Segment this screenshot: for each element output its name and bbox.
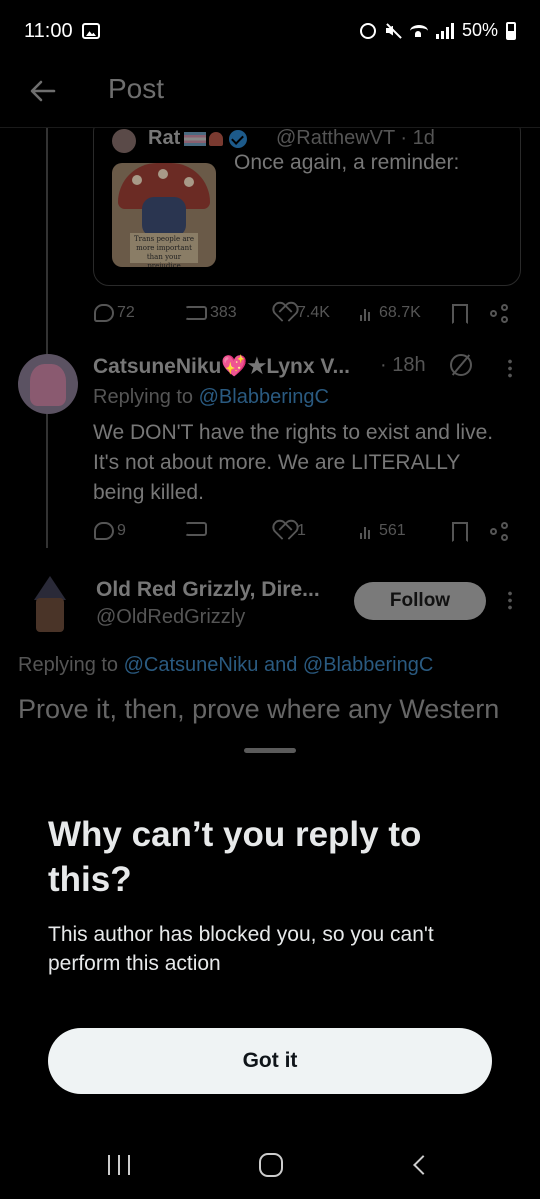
reply-action[interactable]: 9: [94, 522, 126, 540]
more-icon[interactable]: [508, 590, 512, 610]
status-bar: 11:00 50%: [0, 0, 540, 62]
flag-emoji: [184, 131, 207, 146]
main-post-handle: @OldRedGrizzly: [96, 606, 246, 628]
reply-text: We DON'T have the rights to exist and li…: [93, 421, 494, 504]
share-action[interactable]: [490, 304, 510, 324]
back-icon[interactable]: [413, 1155, 433, 1175]
recents-icon[interactable]: [108, 1155, 130, 1175]
like-icon: [274, 304, 294, 322]
reply-action-bar: 9 1 561: [0, 518, 540, 546]
reply-time: · 18h: [380, 354, 426, 376]
repost-action[interactable]: [185, 522, 207, 536]
page-title: Post: [108, 73, 165, 104]
thread-connector: [46, 128, 48, 548]
battery-icon: [506, 21, 516, 40]
mushroom-emoji: [209, 131, 224, 146]
block-icon: [450, 354, 472, 376]
quoted-handle: @RatthewVT · 1d: [276, 128, 435, 149]
replying-to: Replying to @CatsuneNiku and @Blabbering…: [18, 654, 434, 676]
like-action[interactable]: 1: [274, 522, 306, 540]
sheet-message: This author has blocked you, so you can'…: [48, 923, 434, 975]
follow-button[interactable]: Follow: [354, 582, 486, 620]
quoted-text: Once again, a reminder:: [234, 151, 460, 174]
share-icon: [490, 522, 510, 542]
reply-icon: [94, 304, 114, 322]
repost-icon: [185, 522, 207, 536]
battery-percent: 50%: [461, 20, 498, 40]
character-art: [142, 197, 186, 237]
like-icon: [274, 522, 294, 540]
avatar[interactable]: [20, 576, 80, 636]
share-icon: [490, 304, 510, 324]
main-post-author[interactable]: Old Red Grizzly, Dire...: [96, 578, 320, 602]
status-time: 11:00: [24, 20, 73, 42]
post-feed: Rat @RatthewVT · 1d Trans people are mor…: [0, 128, 540, 748]
back-arrow-icon[interactable]: [28, 76, 58, 106]
repost-action[interactable]: 383: [185, 304, 237, 322]
quoted-author: Rat: [148, 128, 248, 150]
home-icon[interactable]: [259, 1153, 283, 1177]
bookmark-action[interactable]: [452, 522, 468, 542]
avatar[interactable]: [18, 354, 78, 414]
reply-icon: [94, 522, 114, 540]
views-icon: [360, 523, 376, 539]
post-action-bar: 72 383 7.4K 68.7K: [0, 300, 540, 328]
alarm-icon: [359, 22, 376, 39]
image-sign: Trans people are more important than you…: [130, 233, 198, 267]
status-icons: 50%: [359, 20, 516, 41]
more-icon[interactable]: [508, 358, 512, 378]
reply-action[interactable]: 72: [94, 304, 135, 322]
reply-author[interactable]: CatsuneNiku💖★Lynx V...: [93, 354, 350, 379]
mention-link[interactable]: @BlabberingC: [199, 386, 329, 408]
mute-icon: [384, 22, 402, 40]
bookmark-icon: [452, 304, 468, 324]
quoted-image[interactable]: Trans people are more important than you…: [112, 163, 216, 267]
views-action[interactable]: 68.7K: [360, 304, 421, 322]
mention-link[interactable]: @CatsuneNiku and @BlabberingC: [124, 654, 434, 676]
like-action[interactable]: 7.4K: [274, 304, 330, 322]
bookmark-action[interactable]: [452, 304, 468, 324]
signal-icon: [435, 22, 454, 39]
bookmark-icon: [452, 522, 468, 542]
quoted-avatar: [112, 129, 136, 153]
sheet-drag-handle[interactable]: [244, 748, 296, 753]
views-icon: [360, 305, 376, 321]
views-action[interactable]: 561: [360, 522, 406, 540]
share-action[interactable]: [490, 522, 510, 542]
quoted-post-card[interactable]: Rat @RatthewVT · 1d Trans people are mor…: [93, 128, 521, 286]
system-nav-bar: [0, 1128, 540, 1199]
sheet-title: Why can’t you reply to this?: [48, 815, 422, 899]
replying-to: Replying to @BlabberingC: [93, 386, 329, 408]
main-post-text: Prove it, then, prove where any Western: [18, 694, 500, 724]
got-it-button[interactable]: Got it: [48, 1028, 492, 1094]
top-app-bar: Post: [0, 62, 540, 128]
verified-icon: [229, 129, 248, 148]
wifi-icon: [409, 24, 428, 37]
gallery-notification-icon: [82, 23, 100, 39]
repost-icon: [185, 306, 207, 320]
